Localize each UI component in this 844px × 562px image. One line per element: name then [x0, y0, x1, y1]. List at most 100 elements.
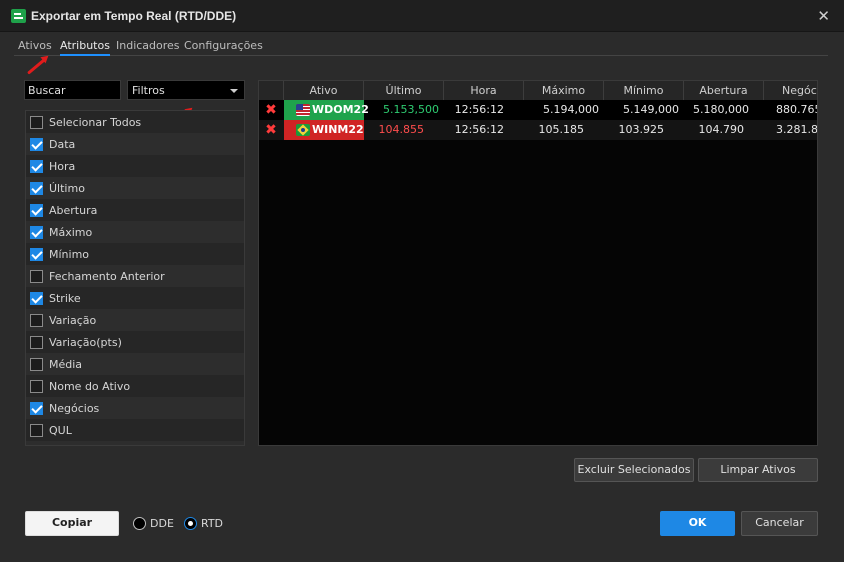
column-header-ativo[interactable]: Ativo — [284, 81, 364, 101]
attribute-item[interactable]: Data — [26, 133, 244, 155]
ultimo-cell: 5.153,500 — [383, 103, 439, 116]
annotation-arrow-icon — [27, 58, 46, 75]
checkbox-unchecked-icon[interactable] — [30, 423, 43, 437]
attribute-item[interactable]: Abertura — [26, 199, 244, 221]
attribute-label: Data — [49, 137, 76, 151]
filter-dropdown[interactable]: Filtros — [127, 80, 245, 100]
ultimo-cell: 104.855 — [378, 123, 425, 136]
checkbox-unchecked-icon[interactable] — [30, 269, 43, 283]
attribute-label: Hora — [49, 159, 76, 173]
window-title: Exportar em Tempo Real (RTD/DDE) — [31, 9, 237, 23]
header-spacer — [259, 81, 284, 101]
attribute-label: Strike — [49, 291, 81, 305]
column-header-abertura[interactable]: Abertura — [684, 81, 764, 101]
checkbox-unchecked-icon[interactable] — [30, 115, 43, 129]
delete-selected-button[interactable]: Excluir Selecionados — [574, 458, 694, 482]
remove-row-icon[interactable]: ✖ — [263, 122, 279, 138]
copy-button[interactable]: Copiar — [25, 511, 119, 536]
ok-button[interactable]: OK — [660, 511, 735, 536]
negocios-cell: 3.281.823 — [776, 123, 818, 136]
attribute-label: Abertura — [49, 203, 98, 217]
hora-cell: 12:56:12 — [454, 103, 504, 116]
checkbox-checked-icon[interactable] — [30, 401, 43, 415]
column-header-negocios[interactable]: Negócios — [764, 81, 817, 101]
column-header-maximo[interactable]: Máximo — [524, 81, 604, 101]
abertura-cell: 5.180,000 — [693, 103, 749, 116]
cancel-button[interactable]: Cancelar — [741, 511, 818, 536]
checkbox-checked-icon[interactable] — [30, 225, 43, 239]
rtd-label: RTD — [201, 517, 224, 530]
attribute-label: Variação(pts) — [49, 335, 122, 349]
tab-ativos[interactable]: Ativos — [18, 39, 52, 52]
attribute-item[interactable]: Variação — [26, 309, 244, 331]
assets-table: Ativo Último Hora Máximo Mínimo Abertura… — [258, 80, 818, 446]
minimo-cell: 103.925 — [618, 123, 665, 136]
hora-cell: 12:56:12 — [454, 123, 504, 136]
asset-name: WDOM22 — [312, 103, 369, 116]
attribute-item[interactable]: Último — [26, 177, 244, 199]
attribute-item[interactable]: Máximo — [26, 221, 244, 243]
remove-row-icon[interactable]: ✖ — [263, 102, 279, 118]
attribute-label: Fechamento Anterior — [49, 269, 165, 283]
minimo-cell: 5.149,000 — [623, 103, 679, 116]
br-flag-icon — [296, 124, 310, 136]
attribute-label: Selecionar Todos — [49, 115, 142, 129]
attribute-item[interactable]: QUL — [26, 419, 244, 441]
attribute-item[interactable]: Variação(pts) — [26, 331, 244, 353]
attribute-item[interactable]: Fechamento Anterior — [26, 265, 244, 287]
asset-cell: WDOM22 — [284, 100, 369, 120]
abertura-cell: 104.790 — [698, 123, 745, 136]
checkbox-checked-icon[interactable] — [30, 247, 43, 261]
table-row[interactable]: ✖ WINM22 104.855 12:56:12 105.185 103.92… — [259, 120, 818, 140]
checkbox-checked-icon[interactable] — [30, 137, 43, 151]
tab-configuracoes[interactable]: Configurações — [184, 39, 263, 52]
table-row[interactable]: ✖ WDOM22 5.153,500 12:56:12 5.194,000 5.… — [259, 100, 817, 120]
checkbox-checked-icon[interactable] — [30, 159, 43, 173]
attribute-item[interactable]: Nome do Ativo — [26, 375, 244, 397]
search-input[interactable]: Buscar — [24, 80, 121, 100]
checkbox-unchecked-icon[interactable] — [30, 379, 43, 393]
attribute-list: Selecionar Todos Data Hora Último Abertura Má… — [25, 110, 245, 446]
table-header: Ativo Último Hora Máximo Mínimo Abertura… — [259, 81, 817, 101]
attribute-label: Média — [49, 357, 83, 371]
filter-label: Filtros — [132, 84, 165, 97]
clear-assets-button[interactable]: Limpar Ativos — [698, 458, 818, 482]
column-header-hora[interactable]: Hora — [444, 81, 524, 101]
asset-name: WINM22 — [312, 123, 364, 136]
tab-bar: Ativos Atributos Indicadores Configuraçõ… — [14, 38, 828, 56]
checkbox-unchecked-icon[interactable] — [30, 357, 43, 371]
attribute-item[interactable]: Strike — [26, 287, 244, 309]
attribute-item[interactable]: Mínimo — [26, 243, 244, 265]
dde-label: DDE — [150, 517, 174, 530]
checkbox-checked-icon[interactable] — [30, 181, 43, 195]
attribute-label: Nome do Ativo — [49, 379, 131, 393]
attribute-label: Último — [49, 181, 85, 195]
us-flag-icon — [296, 104, 310, 116]
checkbox-checked-icon[interactable] — [30, 291, 43, 305]
column-header-minimo[interactable]: Mínimo — [604, 81, 684, 101]
close-icon[interactable]: ✕ — [817, 7, 830, 25]
attribute-item[interactable]: Negócios — [26, 397, 244, 419]
checkbox-unchecked-icon[interactable] — [30, 335, 43, 349]
tab-atributos[interactable]: Atributos — [60, 39, 110, 56]
attribute-label: Mínimo — [49, 247, 90, 261]
maximo-cell: 5.194,000 — [543, 103, 599, 116]
title-bar: Exportar em Tempo Real (RTD/DDE) ✕ — [0, 0, 844, 32]
chevron-down-icon — [230, 89, 238, 93]
rtd-radio[interactable] — [184, 517, 197, 530]
attribute-label: Máximo — [49, 225, 93, 239]
export-app-icon — [11, 9, 26, 23]
attribute-item[interactable]: Hora — [26, 155, 244, 177]
attribute-label: QUL — [49, 423, 72, 437]
maximo-cell: 105.185 — [538, 123, 585, 136]
attribute-item[interactable]: Selecionar Todos — [26, 111, 244, 133]
checkbox-checked-icon[interactable] — [30, 203, 43, 217]
checkbox-unchecked-icon[interactable] — [30, 313, 43, 327]
dde-radio[interactable] — [133, 517, 146, 530]
asset-cell: WINM22 — [284, 120, 364, 140]
attribute-label: Variação — [49, 313, 97, 327]
attribute-label: Negócios — [49, 401, 100, 415]
column-header-ultimo[interactable]: Último — [364, 81, 444, 101]
attribute-item[interactable]: Média — [26, 353, 244, 375]
tab-indicadores[interactable]: Indicadores — [116, 39, 180, 52]
